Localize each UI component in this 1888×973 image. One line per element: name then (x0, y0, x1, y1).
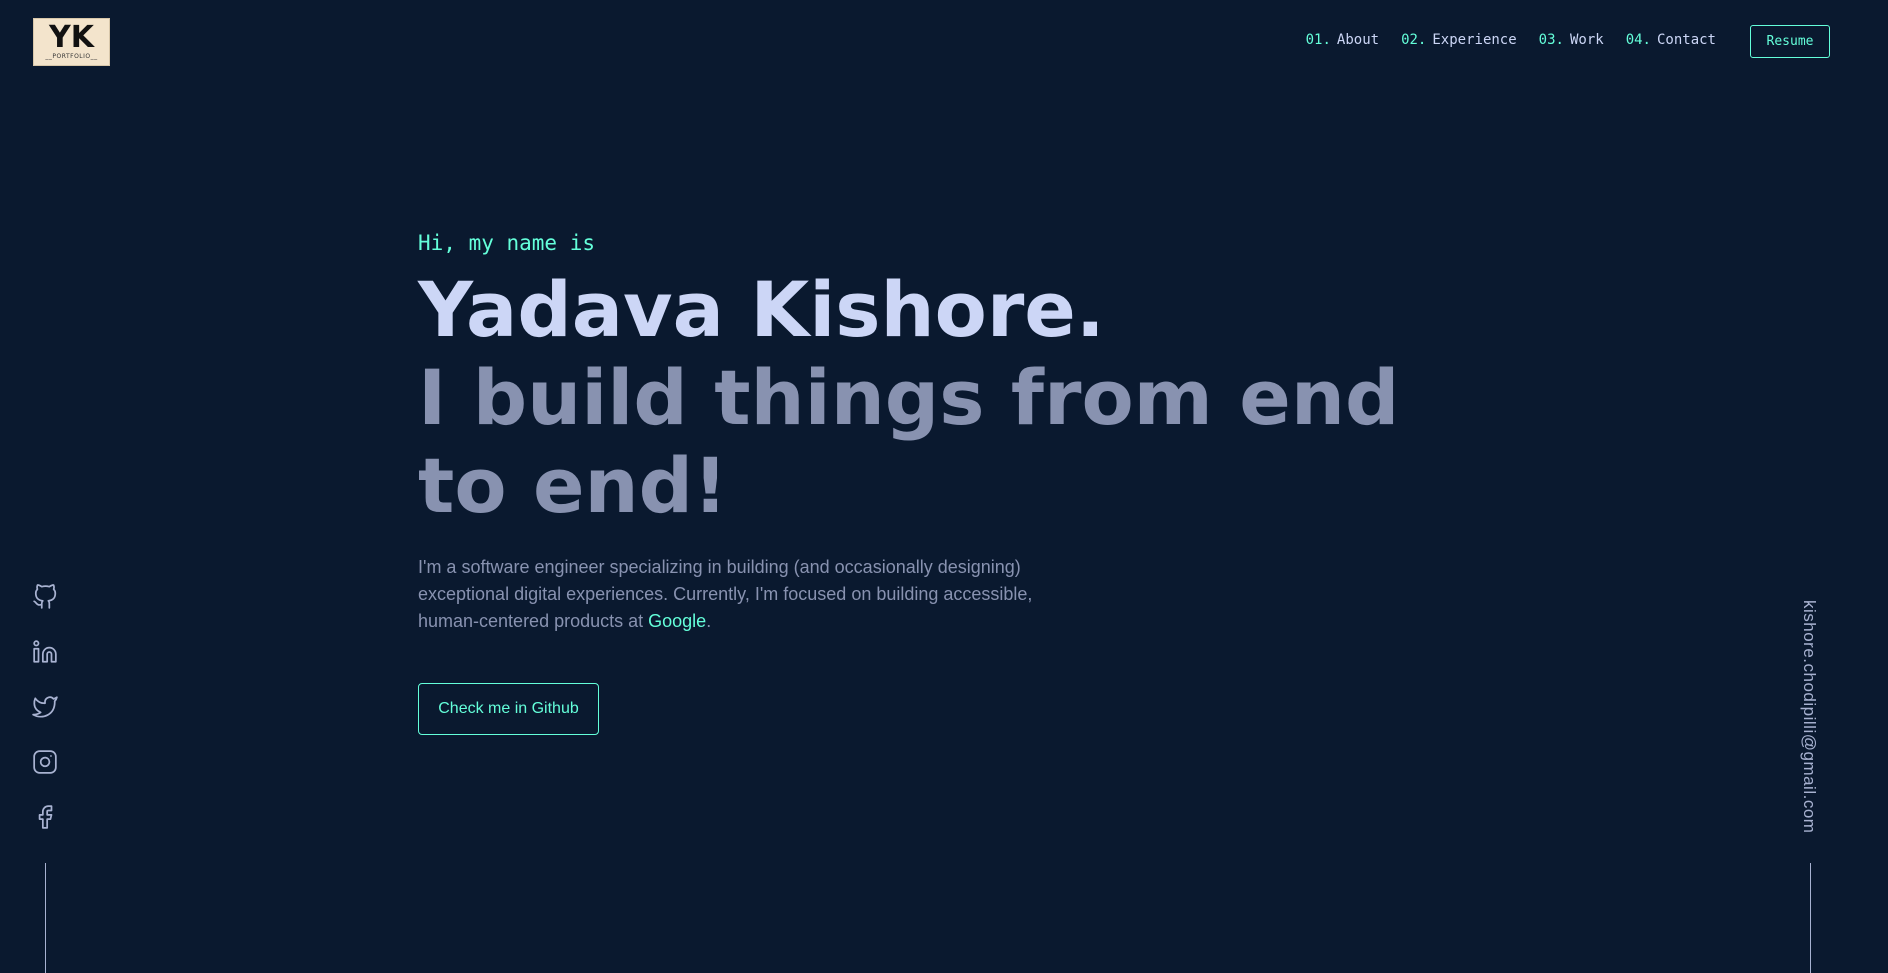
google-link[interactable]: Google (648, 611, 706, 631)
nav-item-contact[interactable]: 04. Contact (1626, 32, 1716, 48)
email-link[interactable]: kishore.chodipilli@gmail.com (1799, 600, 1819, 833)
nav-label: Contact (1656, 32, 1716, 48)
twitter-icon[interactable] (32, 694, 58, 720)
social-links (32, 584, 58, 859)
logo-subtitle: __PORTFOLIO__ (45, 53, 98, 60)
intro-period: . (706, 611, 712, 631)
hero-name: Yadava Kishore. (418, 265, 1105, 354)
left-rail-line (45, 863, 46, 973)
nav-number: 02. (1401, 32, 1427, 48)
linkedin-icon[interactable] (32, 639, 58, 665)
resume-button[interactable]: Resume (1750, 25, 1830, 58)
logo-initials: YK (49, 20, 94, 55)
instagram-icon[interactable] (32, 749, 58, 775)
facebook-icon[interactable] (32, 804, 58, 830)
nav-number: 01. (1305, 32, 1331, 48)
nav-label: Work (1569, 32, 1604, 48)
intro-text: I'm a software engineer specializing in … (418, 557, 1033, 631)
github-icon[interactable] (32, 584, 58, 610)
nav-number: 04. (1625, 32, 1651, 48)
github-cta-button[interactable]: Check me in Github (418, 683, 599, 735)
nav-item-about[interactable]: 01. About (1306, 32, 1379, 48)
hero-greeting: Hi, my name is (418, 231, 596, 255)
hero-tagline: I build things from end to end! (418, 353, 1400, 530)
hero-section: Hi, my name is Yadava Kishore. I build t… (418, 228, 1478, 735)
main-nav: 01. About 02. Experience 03. Work 04. Contac… (1306, 32, 1716, 48)
logo[interactable]: YK __PORTFOLIO__ (33, 18, 110, 66)
nav-item-work[interactable]: 03. Work (1539, 32, 1604, 48)
nav-item-experience[interactable]: 02. Experience (1401, 32, 1517, 48)
nav-label: Experience (1432, 32, 1517, 48)
right-rail-line (1810, 863, 1811, 973)
nav-label: About (1336, 32, 1380, 48)
nav-number: 03. (1538, 32, 1564, 48)
hero-intro: I'm a software engineer specializing in … (418, 554, 1068, 635)
